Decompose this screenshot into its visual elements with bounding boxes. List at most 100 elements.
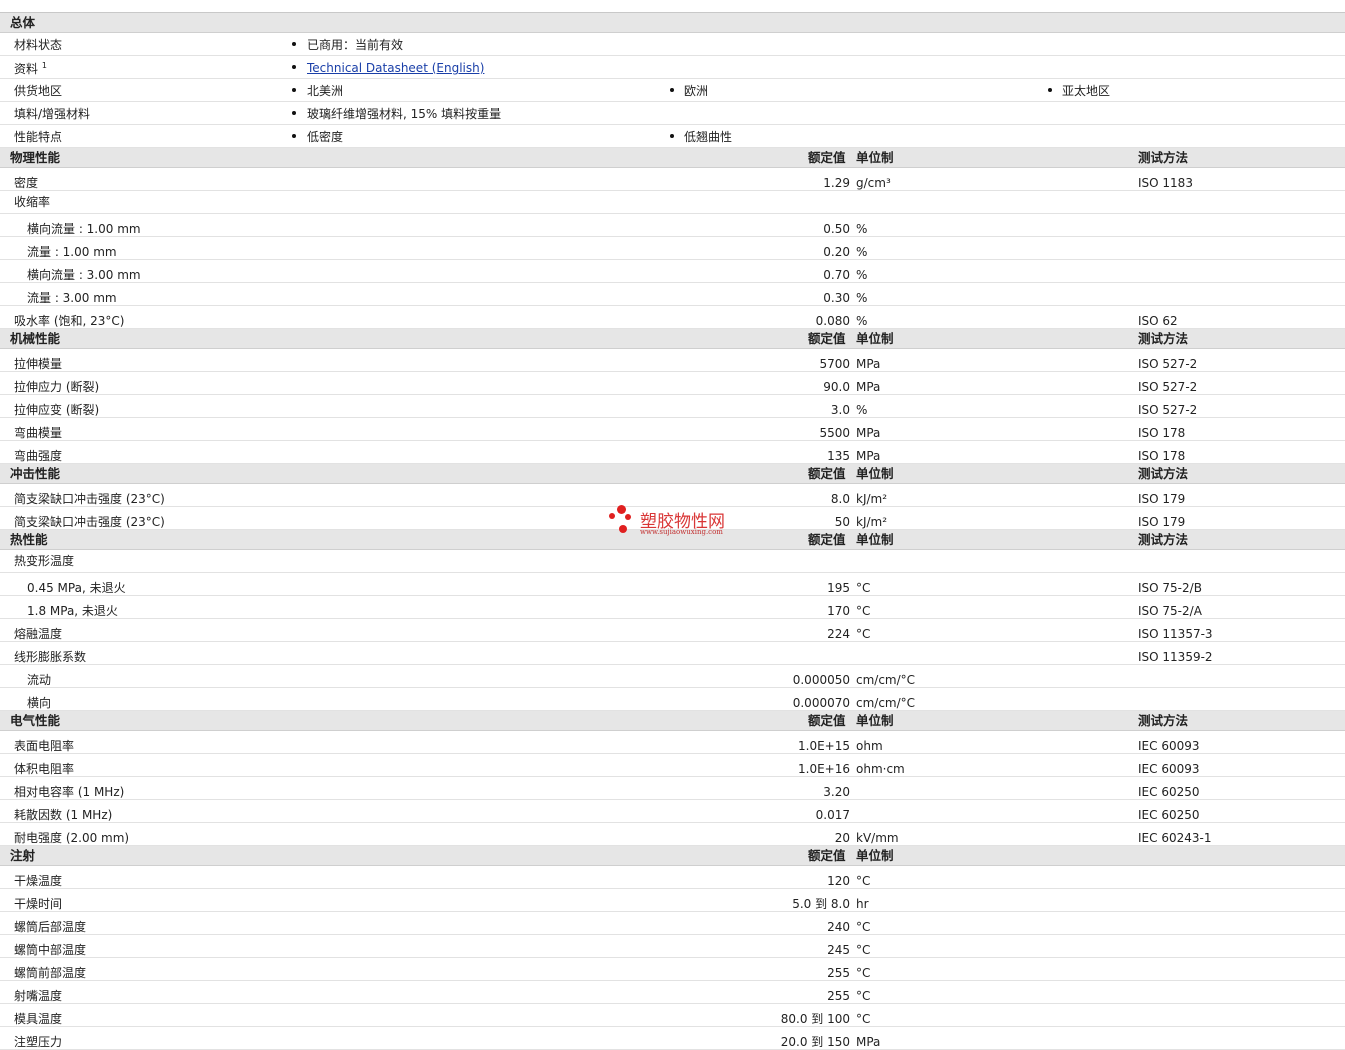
property-label: 简支梁缺口冲击强度 (23°C) — [14, 492, 165, 506]
filler-label: 填料/增强材料 — [14, 107, 91, 121]
bullet-icon — [1048, 88, 1052, 92]
footnote-marker: 1 — [41, 61, 47, 70]
test-method: ISO 527-2 — [1138, 403, 1198, 417]
bullet-icon — [292, 88, 296, 92]
unit-header: 单位制 — [856, 848, 894, 863]
property-label: 线形膨胀系数 — [14, 650, 87, 664]
section-title: 物理性能 — [10, 150, 61, 165]
general-row-docs: 资料 1 Technical Datasheet (English) — [0, 56, 1345, 79]
property-label: 弯曲模量 — [14, 426, 63, 440]
property-label: 拉伸应变 (断裂) — [14, 403, 100, 417]
property-unit: °C — [856, 920, 871, 934]
property-label: 螺筒前部温度 — [14, 966, 87, 980]
property-row: 熔融温度 224 °C ISO 11357-3 — [0, 619, 1345, 642]
property-label: 射嘴温度 — [14, 989, 63, 1003]
property-value: 20 — [834, 831, 850, 845]
general-row-features: 性能特点 低密度 低翘曲性 — [0, 125, 1345, 148]
property-unit: % — [856, 245, 868, 259]
general-row-filler: 填料/增强材料 玻璃纤维增强材料, 15% 填料按重量 — [0, 102, 1345, 125]
method-header: 测试方法 — [1138, 150, 1189, 165]
unit-header: 单位制 — [856, 466, 894, 481]
property-row: 耗散因数 (1 MHz) 0.017 IEC 60250 — [0, 800, 1345, 823]
test-method: ISO 11359-2 — [1138, 650, 1213, 664]
unit-header: 单位制 — [856, 150, 894, 165]
property-row: 注塑压力 20.0 到 150 MPa — [0, 1027, 1345, 1050]
property-value: 50 — [834, 515, 850, 529]
property-row: 吸水率 (饱和, 23°C) 0.080% ISO 62 — [0, 306, 1345, 329]
property-row: 螺筒后部温度 240 °C — [0, 912, 1345, 935]
property-label: 流量 : 1.00 mm — [27, 245, 117, 259]
property-unit: kV/mm — [856, 831, 899, 845]
property-value: 135 — [827, 449, 850, 463]
section-title: 热性能 — [10, 532, 48, 547]
property-label: 弯曲强度 — [14, 449, 63, 463]
property-value: 5.0 到 8.0 — [792, 897, 850, 911]
nominal-header: 额定值 — [808, 848, 846, 863]
property-label: 耐电强度 (2.00 mm) — [14, 831, 130, 845]
property-unit: °C — [856, 604, 871, 618]
property-unit: °C — [856, 989, 871, 1003]
property-value: 90.0 — [823, 380, 850, 394]
property-label: 横向 — [27, 696, 52, 710]
unit-header: 单位制 — [856, 713, 894, 728]
regions-label: 供货地区 — [14, 84, 63, 98]
property-label: 吸水率 (饱和, 23°C) — [14, 314, 125, 328]
method-header: 测试方法 — [1138, 713, 1189, 728]
property-label: 拉伸模量 — [14, 357, 63, 371]
test-method: ISO 75-2/A — [1138, 604, 1202, 618]
unit-header: 单位制 — [856, 532, 894, 547]
nominal-header: 额定值 — [808, 532, 846, 547]
property-value: 8.0 — [830, 492, 850, 506]
features-label: 性能特点 — [14, 130, 63, 144]
property-row: 模具温度 80.0 到 100 °C — [0, 1004, 1345, 1027]
property-value: 3.20 — [823, 785, 850, 799]
property-value: 195 — [827, 581, 850, 595]
property-label: 横向流量 : 3.00 mm — [27, 268, 141, 282]
property-unit: MPa — [856, 1035, 881, 1049]
property-label: 流动 — [27, 673, 52, 687]
section-header: 电气性能 额定值 单位制 测试方法 — [0, 711, 1345, 731]
unit-header: 单位制 — [856, 331, 894, 346]
section-title: 冲击性能 — [10, 466, 61, 481]
property-value: 1.0E+16 — [798, 762, 850, 776]
property-row: 拉伸应变 (断裂) 3.0% ISO 527-2 — [0, 395, 1345, 418]
status-value: 已商用：当前有效 — [307, 38, 404, 52]
property-value: 0.080 — [815, 314, 850, 328]
section-title: 总体 — [10, 15, 36, 30]
general-row-regions: 供货地区 北美洲 欧洲 亚太地区 — [0, 79, 1345, 102]
bullet-icon — [670, 134, 674, 138]
region-item: 欧洲 — [684, 84, 709, 98]
method-header: 测试方法 — [1138, 466, 1189, 481]
property-row: 横向流量 : 1.00 mm 0.50% — [0, 214, 1345, 237]
property-row: 1.8 MPa, 未退火 170 °C ISO 75-2/A — [0, 596, 1345, 619]
status-label: 材料状态 — [14, 38, 63, 52]
test-method: IEC 60093 — [1138, 762, 1200, 776]
general-row-status: 材料状态 已商用：当前有效 — [0, 33, 1345, 56]
property-unit: ohm·cm — [856, 762, 905, 776]
property-value: 240 — [827, 920, 850, 934]
test-method: IEC 60250 — [1138, 785, 1200, 799]
property-value: 224 — [827, 627, 850, 641]
property-unit: MPa — [856, 380, 881, 394]
property-row: 弯曲强度 135 MPa ISO 178 — [0, 441, 1345, 464]
property-value: 170 — [827, 604, 850, 618]
property-value: 255 — [827, 966, 850, 980]
test-method: IEC 60243-1 — [1138, 831, 1212, 845]
test-method: ISO 527-2 — [1138, 380, 1198, 394]
property-label: 收缩率 — [14, 195, 51, 209]
property-label: 模具温度 — [14, 1012, 63, 1026]
property-label: 1.8 MPa, 未退火 — [27, 604, 118, 618]
property-label: 干燥温度 — [14, 874, 63, 888]
property-row: 流量 : 1.00 mm 0.20% — [0, 237, 1345, 260]
property-row: 线形膨胀系数 ISO 11359-2 — [0, 642, 1345, 665]
property-row: 体积电阻率 1.0E+16 ohm·cm IEC 60093 — [0, 754, 1345, 777]
property-unit: % — [856, 314, 868, 328]
technical-datasheet-link[interactable]: Technical Datasheet (English) — [307, 62, 484, 74]
docs-label: 资料 1 — [14, 61, 47, 76]
property-row: 横向 0.000070 cm/cm/°C — [0, 688, 1345, 711]
bullet-icon — [292, 111, 296, 115]
test-method: IEC 60093 — [1138, 739, 1200, 753]
property-value: 0.20 — [823, 245, 850, 259]
property-label: 0.45 MPa, 未退火 — [27, 581, 126, 595]
property-row: 耐电强度 (2.00 mm) 20 kV/mm IEC 60243-1 — [0, 823, 1345, 846]
